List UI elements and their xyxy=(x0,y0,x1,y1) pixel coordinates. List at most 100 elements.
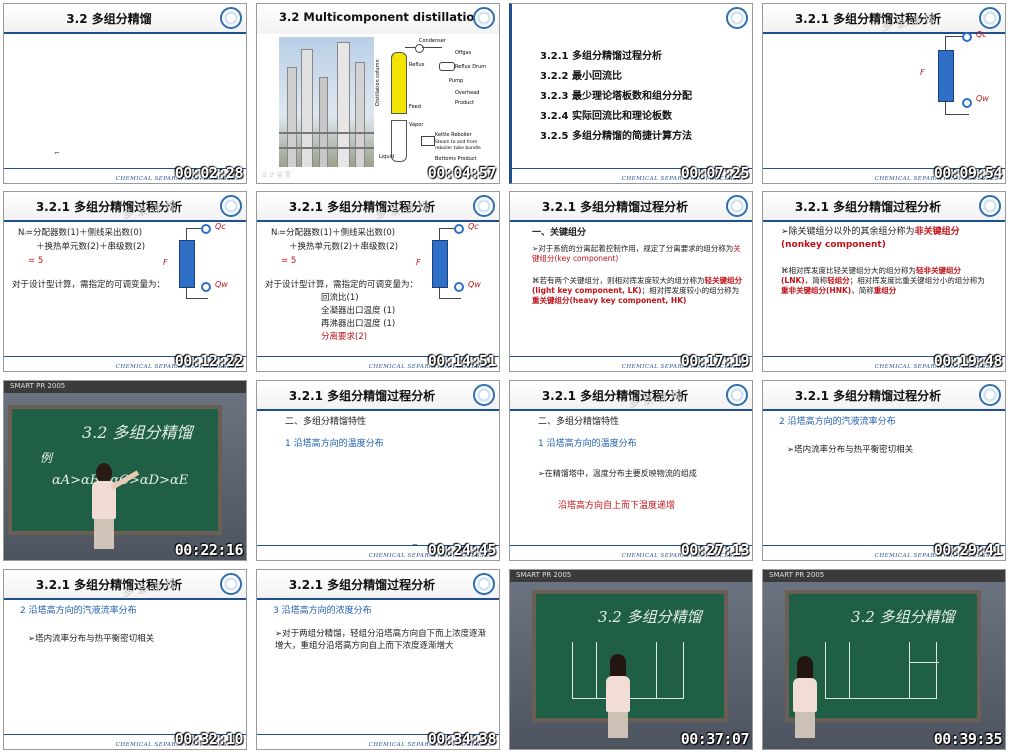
thumbnail-11[interactable]: 3.2.1 多组分精馏过程分析 多 录 课 程 二、多组分精馏特性 1 沿塔高方… xyxy=(509,380,753,561)
equation-block: Nᵢ=分配器数(1)＋侧线采出数(0) ＋换热单元数(2)＋串级数(2) = 5… xyxy=(265,226,418,344)
university-logo-icon xyxy=(979,384,1001,406)
slide-header: 3.2 多组分精馏 xyxy=(4,4,246,34)
video-title-bar: SMART PR 2005 xyxy=(510,570,752,582)
lecturer-figure xyxy=(602,654,634,738)
timestamp: 00:19:48 xyxy=(933,352,1003,370)
qw-label: Qw xyxy=(976,94,989,103)
university-logo-icon xyxy=(979,195,1001,217)
university-logo-icon xyxy=(473,384,495,406)
slide-header: 3.2.1 多组分精馏过程分析 多 录 课 程 xyxy=(257,192,499,222)
thumbnail-12[interactable]: 3.2.1 多组分精馏过程分析 2 沿塔高方向的汽液流率分布 ➢塔内流率分布与热… xyxy=(762,380,1006,561)
design-variables-text: 对于设计型计算，需指定的可调变量为： xyxy=(12,280,166,290)
slide-title: 3.2.1 多组分精馏过程分析 xyxy=(541,200,689,214)
slide-header: 3.2.1 多组分精馏过程分析 xyxy=(510,192,752,222)
timestamp: 00:29:41 xyxy=(933,541,1003,559)
thumbnail-5[interactable]: 3.2.1 多组分精馏过程分析 多 录 课 程 Nᵢ=分配器数(1)＋侧线采出数… xyxy=(3,191,247,372)
timestamp: 00:32:10 xyxy=(174,730,244,748)
section-heading: 二、多组分精馏特性 xyxy=(285,417,367,427)
toc-item-5[interactable]: 3.2.5 多组分精馏的简捷计算方法 xyxy=(540,127,692,147)
chalk-example: 例 xyxy=(40,451,53,465)
section-heading: 二、多组分精馏特性 xyxy=(538,417,620,427)
qc-label: Qc xyxy=(468,222,479,231)
column-diagram: Qc Qw F xyxy=(412,222,492,312)
subsection-heading: 1 沿塔高方向的温度分布 xyxy=(285,439,384,449)
subsection-heading: 2 沿塔高方向的汽液流率分布 xyxy=(779,417,896,427)
timestamp: 00:12:22 xyxy=(174,352,244,370)
university-logo-icon xyxy=(979,7,1001,29)
thumbnail-13[interactable]: 3.2.1 多组分精馏过程分析 多 录 课 程 2 沿塔高方向的汽液流率分布 ➢… xyxy=(3,569,247,750)
chalk-title: 3.2 多组分精馏 xyxy=(82,423,193,442)
offgas-label: Offgas xyxy=(455,50,472,56)
slide-title: 3.2.1 多组分精馏过程分析 xyxy=(794,389,942,403)
thumbnail-16[interactable]: SMART PR 2005 3.2 多组分精馏 00:39:35 xyxy=(762,569,1006,750)
slide-title: 3.2.1 多组分精馏过程分析 xyxy=(541,389,689,403)
toc-item-4[interactable]: 3.2.4 实际回流比和理论板数 xyxy=(540,107,692,127)
bottoms-product-label: Bottoms Product xyxy=(435,156,477,162)
toc-item-1[interactable]: 3.2.1 多组分精馏过程分析 xyxy=(540,47,692,67)
light-heavy-key-paragraph: ⌘若有两个关键组分，则相对挥发度较大的组分称为轻关键组分(light key c… xyxy=(532,276,742,305)
university-logo-icon xyxy=(220,195,242,217)
column-diagram: Qc Qw F xyxy=(159,222,239,312)
vapor-label: Vapor xyxy=(409,122,424,128)
thumbnail-4[interactable]: 3.2.1 多组分精馏过程分析 多 录 课 程 Qc Qw F CHEMICAL… xyxy=(762,3,1006,184)
variable-item: 全凝器出口温度 (1) xyxy=(321,306,396,316)
subsection-heading: 2 沿塔高方向的汽液流率分布 xyxy=(20,606,137,616)
steam-label: Steam to and from reboiler tube bundle xyxy=(435,140,481,151)
toc-item-2[interactable]: 3.2.2 最小回流比 xyxy=(540,67,692,87)
feed-label: F xyxy=(163,258,168,267)
thumbnail-15[interactable]: SMART PR 2005 3.2 多组分精馏 00:37:07 xyxy=(509,569,753,750)
lnk-hnk-paragraph: ⌘相对挥发度比轻关键组分大的组分称为轻非关键组分(LNK)，简称轻组分；相对挥发… xyxy=(781,266,985,295)
slide-title: 3.2.1 多组分精馏过程分析 xyxy=(794,200,942,214)
variable-item: 回流比(1) xyxy=(321,293,359,303)
university-logo-icon xyxy=(220,7,242,29)
university-logo-icon xyxy=(726,384,748,406)
subsection-heading: 3 沿塔高方向的浓度分布 xyxy=(273,606,372,616)
equation-line-2: ＋换热单元数(2)＋串级数(2) xyxy=(36,242,146,252)
slide-title: 3.2.1 多组分精馏过程分析 xyxy=(35,200,183,214)
thumbnail-14[interactable]: 3.2.1 多组分精馏过程分析 3 沿塔高方向的浓度分布 ➢对于两组分精馏，轻组… xyxy=(256,569,500,750)
timestamp: 00:14:51 xyxy=(427,352,497,370)
video-title-bar: SMART PR 2005 xyxy=(763,570,1005,582)
toc-item-3[interactable]: 3.2.3 最少理论塔板数和组分分配 xyxy=(540,87,692,107)
reboiler-icon xyxy=(201,282,211,292)
column-body xyxy=(179,240,195,288)
variable-item: 分离要求(2) xyxy=(321,332,368,342)
qw-label: Qw xyxy=(468,280,481,289)
thumbnail-8[interactable]: 3.2.1 多组分精馏过程分析 ➢除关键组分以外的其余组分称为非关键组分(non… xyxy=(762,191,1006,372)
reboiler-icon xyxy=(962,98,972,108)
slide-header: 3.2.1 多组分精馏过程分析 多 录 课 程 xyxy=(510,381,752,411)
university-logo-icon xyxy=(726,7,748,29)
condenser-icon xyxy=(454,224,464,234)
slide-header: 3.2.1 多组分精馏过程分析 xyxy=(763,381,1005,411)
kettle-reboiler-label: Kettle Reboiler xyxy=(435,132,472,138)
pump-label: Pump xyxy=(449,78,464,84)
thumbnail-7[interactable]: 3.2.1 多组分精馏过程分析 一、关键组分 ➢对于系统的分离起着控制作用，规定… xyxy=(509,191,753,372)
subsection-heading: 1 沿塔高方向的温度分布 xyxy=(538,439,637,449)
slide-title: 3.2 多组分精馏 xyxy=(66,12,152,26)
condenser-icon xyxy=(201,224,211,234)
column-schematic: Condenser Offgas Reflux Drum Pump Overhe… xyxy=(375,36,497,174)
university-logo-icon xyxy=(473,7,495,29)
university-logo-icon xyxy=(726,195,748,217)
feed-label: F xyxy=(416,258,421,267)
column-body xyxy=(938,50,954,102)
nonkey-component-paragraph: ➢除关键组分以外的其余组分称为非关键组分(nonkey component) xyxy=(781,227,960,250)
timestamp: 00:07:25 xyxy=(680,164,750,182)
timestamp: 00:37:07 xyxy=(680,730,750,748)
overhead-product-label: Overhead Product xyxy=(455,90,480,106)
slide-title: 3.2.1 多组分精馏过程分析 xyxy=(794,12,942,26)
thumbnail-9[interactable]: SMART PR 2005 3.2 多组分精馏 例 αA>αB>αC>αD>αE… xyxy=(3,380,247,561)
equation-result: = 5 xyxy=(28,256,44,266)
equation-line-2: ＋换热单元数(2)＋串级数(2) xyxy=(289,242,399,252)
thumbnail-6[interactable]: 3.2.1 多组分精馏过程分析 多 录 课 程 Nᵢ=分配器数(1)＋侧线采出数… xyxy=(256,191,500,372)
thumbnail-3[interactable]: 3.2.1 多组分精馏过程分析 3.2.2 最小回流比 3.2.3 最少理论塔板… xyxy=(509,3,753,184)
timestamp: 00:17:19 xyxy=(680,352,750,370)
thumbnail-2[interactable]: 3.2 Multicomponent distillation Condense… xyxy=(256,3,500,184)
thumbnail-10[interactable]: 3.2.1 多组分精馏过程分析 二、多组分精馏特性 1 沿塔高方向的温度分布 ⌐… xyxy=(256,380,500,561)
thumbnail-1[interactable]: 3.2 多组分精馏 ⌐ CHEMICAL SEPARATION PROCESSE… xyxy=(3,3,247,184)
reboiler-icon xyxy=(454,282,464,292)
chalk-title: 3.2 多组分精馏 xyxy=(851,608,955,626)
lecturer-figure xyxy=(789,656,821,738)
lecture-photo: SMART PR 2005 3.2 多组分精馏 xyxy=(510,570,752,749)
slide-header: 3.2.1 多组分精馏过程分析 多 录 课 程 xyxy=(4,192,246,222)
